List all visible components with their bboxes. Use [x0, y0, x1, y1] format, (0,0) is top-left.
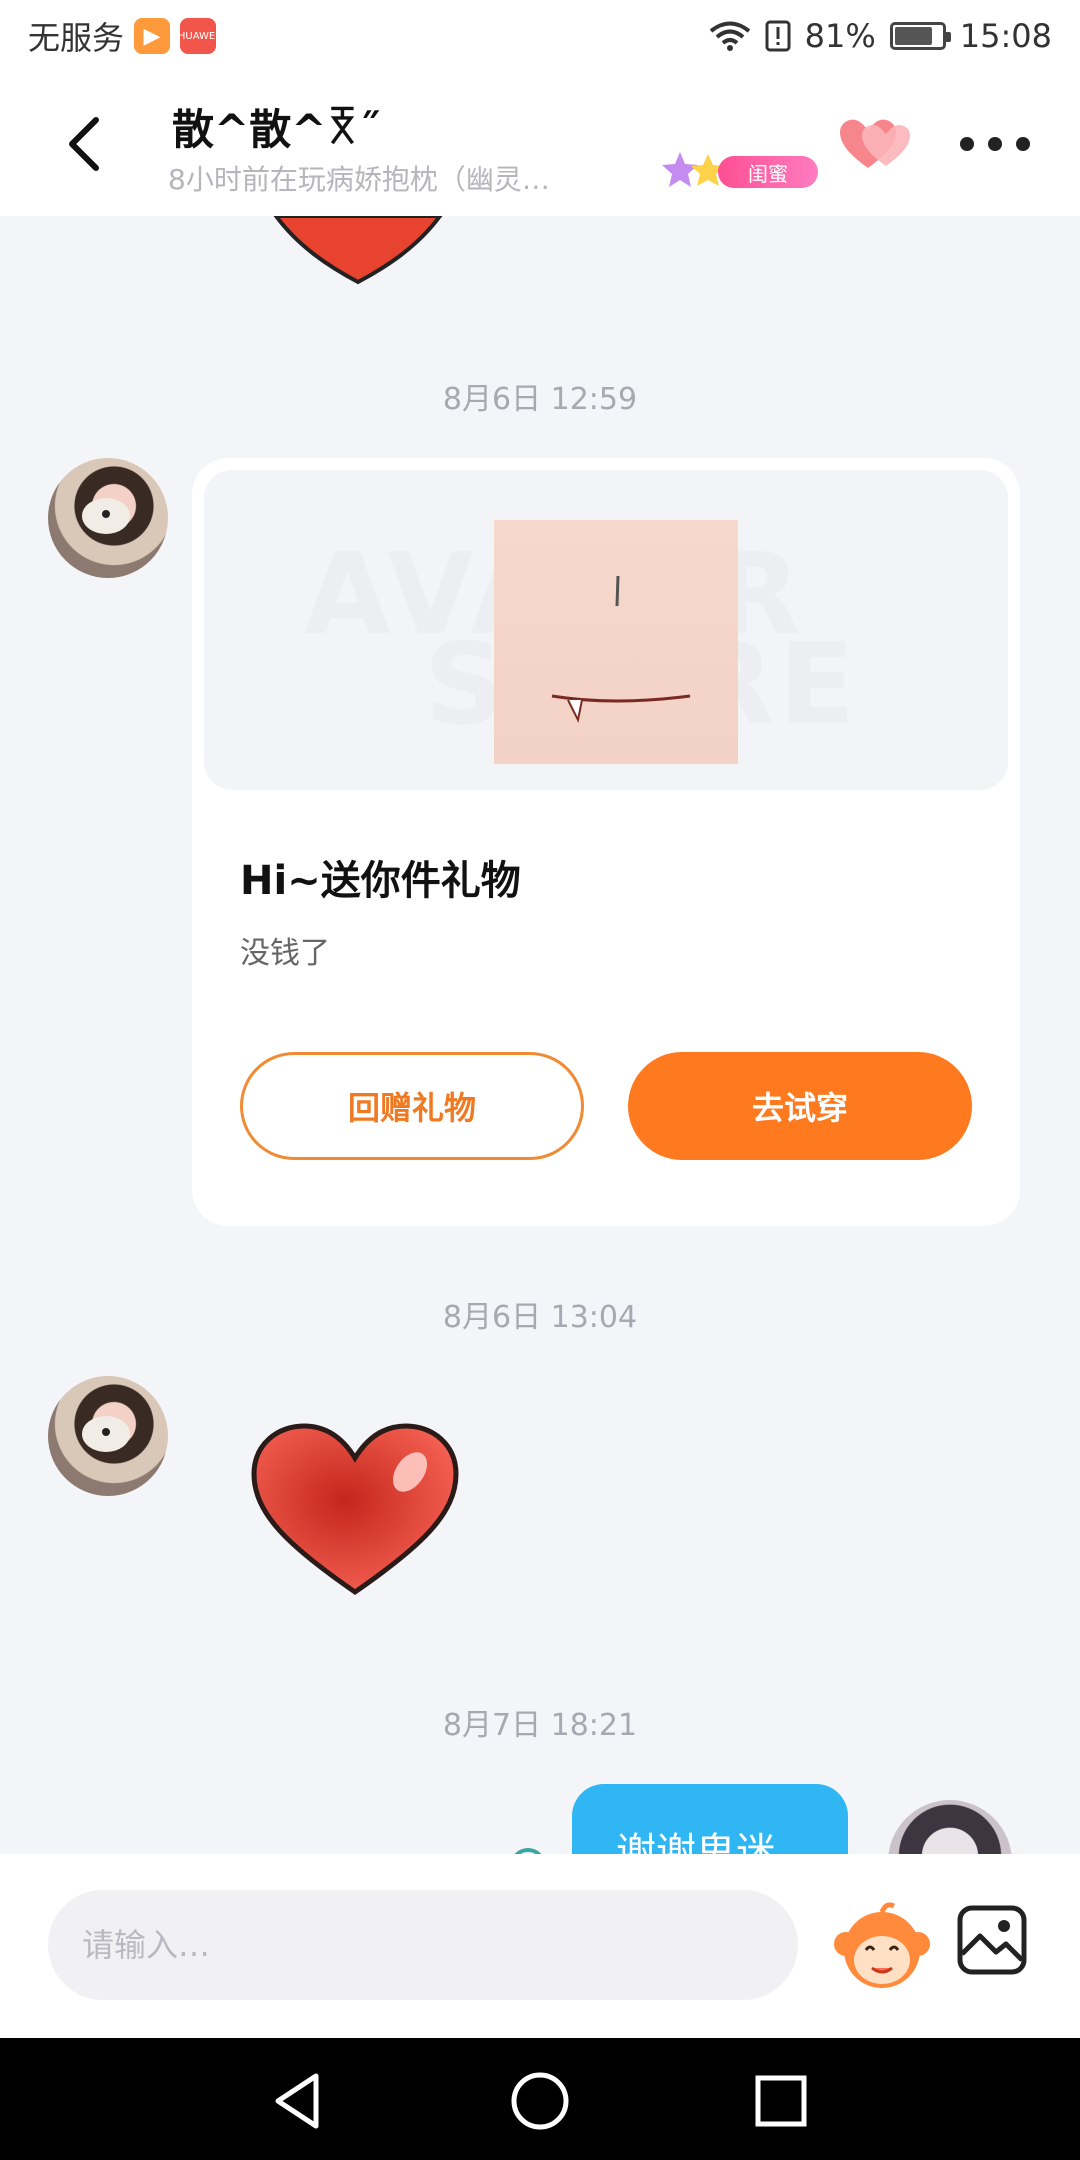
gift-title: Hi~送你件礼物 [240, 858, 521, 904]
battery-fill [894, 27, 932, 45]
contact-avatar[interactable] [48, 458, 168, 578]
battery-percent: 81% [804, 17, 876, 55]
timestamp: 8月6日 12:59 [442, 382, 638, 417]
timestamp: 8月6日 13:04 [442, 1300, 638, 1335]
gift-preview: AVATAR STORE [204, 470, 1008, 790]
contact-activity: 8小时前在玩病娇抱枕（幽灵… [168, 163, 550, 196]
outgoing-message-bubble[interactable]: 谢谢鬼迷 [572, 1784, 848, 1854]
contact-avatar[interactable] [48, 1376, 168, 1496]
relation-badge[interactable]: 闺蜜 [658, 148, 818, 194]
bear-sticker-icon [82, 1416, 130, 1452]
nav-recents-button[interactable] [748, 2068, 814, 2134]
nav-back-button[interactable] [266, 2068, 332, 2134]
clock-time: 15:08 [959, 17, 1052, 55]
back-button[interactable] [56, 112, 116, 176]
status-right: 81% 15:08 [709, 17, 1052, 55]
intimacy-heart-button[interactable] [838, 116, 914, 172]
back-icon [275, 2073, 319, 2129]
sticker-button[interactable] [832, 1896, 932, 1996]
monkey-face-icon [834, 1902, 930, 1988]
image-picker-button[interactable] [956, 1904, 1028, 1976]
my-avatar[interactable] [888, 1800, 1012, 1854]
bear-sticker-icon [82, 498, 130, 534]
nav-home-button[interactable] [507, 2068, 573, 2134]
relation-badge-label: 闺蜜 [718, 156, 818, 188]
home-icon [511, 2072, 569, 2130]
chat-header: 散^散^ꅃ˝ 8小时前在玩病娇抱枕（幽灵… 闺蜜 [0, 72, 1080, 216]
status-bar: 无服务 ▶ HUAWEI 81% 15:08 [0, 0, 1080, 72]
alert-icon [765, 20, 791, 52]
timestamp: 8月7日 18:21 [442, 1708, 638, 1743]
gift-face-image [494, 520, 738, 764]
fang-mouth-icon [551, 575, 691, 724]
image-icon [957, 1905, 1027, 1975]
heart-sticker[interactable] [250, 1422, 460, 1602]
message-input[interactable] [48, 1890, 798, 2000]
battery-icon [889, 22, 951, 50]
huawei-shop-icon: HUAWEI [177, 18, 219, 54]
gift-subtitle: 没钱了 [240, 936, 330, 971]
status-left: 无服务 ▶ HUAWEI [28, 13, 219, 59]
chat-messages[interactable]: 8月6日 12:59 AVATAR STORE Hi~送你件礼物 没钱了 回赠礼… [0, 216, 1080, 1854]
more-dot-icon [988, 137, 1002, 151]
recents-icon [755, 2075, 807, 2127]
system-nav-bar [0, 2038, 1080, 2160]
more-dot-icon [1016, 137, 1030, 151]
gift-card[interactable]: AVATAR STORE Hi~送你件礼物 没钱了 回赠礼物 去试穿 [192, 458, 1020, 1226]
shop-badge-label: HUAWEI [177, 30, 219, 42]
chevron-left-icon [69, 117, 99, 171]
wifi-icon [709, 21, 750, 51]
video-app-icon: ▶ [134, 18, 171, 54]
contact-name[interactable]: 散^散^ꅃ˝ [172, 96, 380, 157]
input-bar [0, 1854, 1080, 2038]
heart-sticker-partial [273, 216, 443, 285]
more-options-button[interactable] [960, 124, 1030, 164]
more-dot-icon [960, 137, 974, 151]
try-on-button[interactable]: 去试穿 [628, 1052, 972, 1160]
double-heart-icon [840, 119, 910, 168]
return-gift-button[interactable]: 回赠礼物 [240, 1052, 584, 1160]
carrier-text: 无服务 [28, 19, 125, 57]
